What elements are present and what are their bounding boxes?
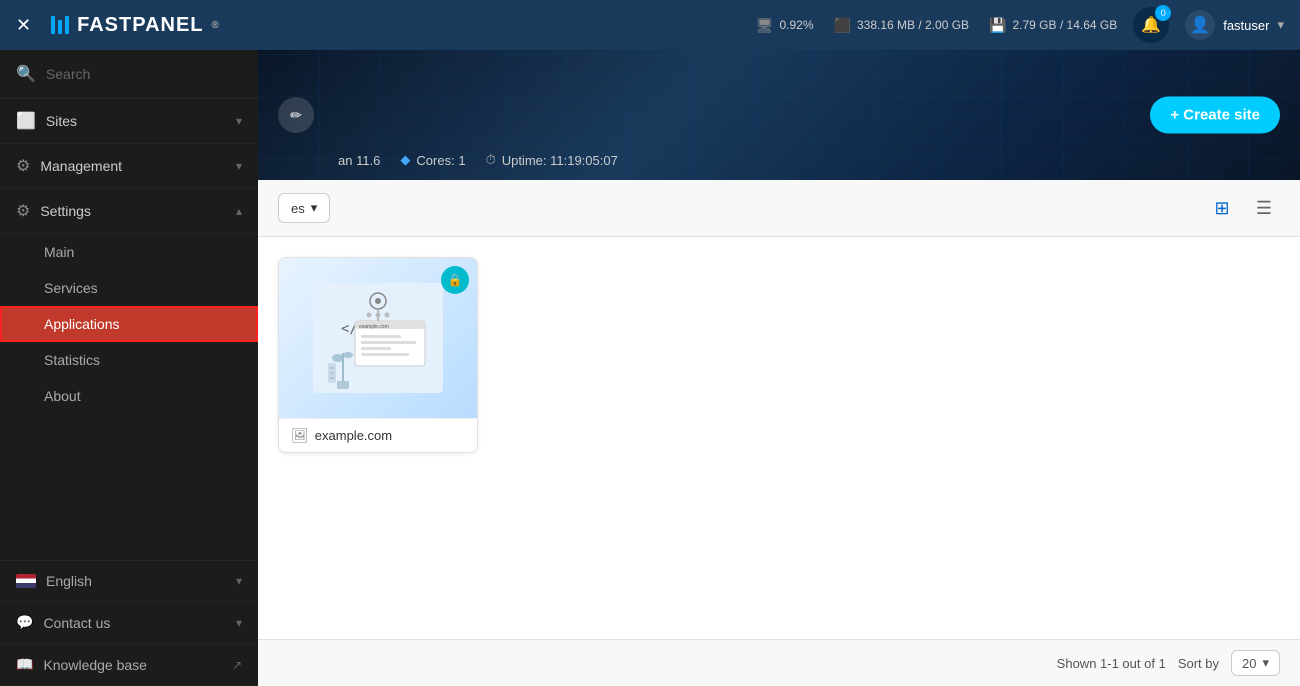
- list-icon: ☰: [1256, 198, 1272, 219]
- contact-chevron-icon: ▾: [236, 616, 242, 630]
- header-stats: 🖥 0.92% ⬛ 338.16 MB / 2.00 GB 💾 2.79 GB …: [756, 17, 1118, 34]
- statistics-label: Statistics: [44, 352, 100, 368]
- user-chevron-icon: ▾: [1277, 17, 1284, 33]
- filter-value: es: [291, 201, 305, 216]
- top-header: ✕ FASTPANEL ® 🖥 0.92% ⬛ 338.16 MB / 2.00 …: [0, 0, 1300, 50]
- flag-icon: [16, 574, 36, 588]
- logo-bar-1: [51, 16, 55, 34]
- settings-chevron-icon: ▴: [236, 204, 242, 218]
- shown-label: Shown 1-1 out of 1: [1057, 656, 1166, 671]
- sidebar-footer: English ▾ 💬 Contact us ▾ 📖 Knowledge bas…: [0, 560, 258, 686]
- sidebar-item-knowledge-base[interactable]: 📖 Knowledge base ↗: [0, 644, 258, 686]
- external-link-icon: ↗: [232, 658, 242, 672]
- about-label: About: [44, 388, 81, 404]
- sites-label: Sites: [46, 113, 226, 129]
- logo-text: FASTPANEL: [77, 14, 203, 37]
- sidebar-sub-item-statistics[interactable]: Statistics: [0, 342, 258, 378]
- ram-value: 338.16 MB / 2.00 GB: [857, 18, 969, 32]
- filter-chevron-icon: ▾: [311, 200, 318, 216]
- create-site-button[interactable]: + Create site: [1150, 97, 1280, 134]
- disk-icon: 💾: [989, 17, 1006, 34]
- sidebar-sub-item-main[interactable]: Main: [0, 234, 258, 270]
- user-menu[interactable]: 👤 fastuser ▾: [1185, 10, 1284, 40]
- contact-icon: 💬: [16, 614, 33, 631]
- bell-badge: 0: [1155, 5, 1171, 21]
- services-label: Services: [44, 280, 98, 296]
- main-layout: 🔍 ⬜ Sites ▾ ⚙ Management ▾ ⚙ Settings ▴ …: [0, 50, 1300, 686]
- applications-row-wrapper: Applications: [0, 306, 258, 342]
- sidebar-item-management[interactable]: ⚙ Management ▾: [0, 144, 258, 189]
- management-chevron-icon: ▾: [236, 159, 242, 173]
- sidebar-sub-item-applications[interactable]: Applications: [0, 306, 258, 342]
- knowledge-label: Knowledge base: [43, 657, 222, 673]
- site-lock-icon: 🔒: [441, 266, 469, 294]
- banner-rack-overlay: [258, 50, 1300, 180]
- ram-icon: ⬛: [834, 17, 851, 34]
- filter-dropdown[interactable]: es ▾: [278, 193, 330, 223]
- logo-tm: ®: [212, 20, 220, 31]
- close-button[interactable]: ✕: [16, 15, 31, 36]
- site-card-footer: 🖼 example.com: [279, 418, 477, 452]
- grid-icon: ⊞: [1214, 198, 1229, 219]
- banner: ✏ an 11.6 ◆ Cores: 1 ⏱ Uptime: 11:19:05:…: [258, 50, 1300, 180]
- sidebar-sub-item-services[interactable]: Services: [0, 270, 258, 306]
- sort-value: 20: [1242, 656, 1256, 671]
- logo-bar-3: [65, 16, 69, 34]
- management-label: Management: [40, 158, 226, 174]
- english-chevron-icon: ▾: [236, 574, 242, 588]
- sidebar-item-contact[interactable]: 💬 Contact us ▾: [0, 602, 258, 644]
- logo-icon: [51, 16, 69, 34]
- avatar: 👤: [1185, 10, 1215, 40]
- sort-chevron-icon: ▾: [1262, 655, 1269, 671]
- logo-bar-2: [58, 20, 62, 34]
- sort-dropdown[interactable]: 20 ▾: [1231, 650, 1280, 676]
- sites-area: 🔒 </> exam: [258, 237, 1300, 639]
- site-card-image: 🔒 </> exam: [279, 258, 477, 418]
- notifications-bell[interactable]: 🔔 0: [1133, 7, 1169, 43]
- contact-label: Contact us: [43, 615, 226, 631]
- knowledge-icon: 📖: [16, 656, 33, 673]
- site-name: example.com: [315, 428, 392, 443]
- list-view-button[interactable]: ☰: [1248, 192, 1280, 224]
- edit-icon: ✏: [290, 107, 302, 124]
- english-label: English: [46, 573, 226, 589]
- settings-icon: ⚙: [16, 201, 30, 221]
- cpu-stat: 🖥 0.92%: [756, 17, 814, 34]
- toolbar: es ▾ ⊞ ☰: [258, 180, 1300, 237]
- grid-view-button[interactable]: ⊞: [1206, 192, 1238, 224]
- search-icon: 🔍: [16, 64, 36, 84]
- site-image-icon: 🖼: [291, 427, 309, 444]
- sidebar-item-settings[interactable]: ⚙ Settings ▴: [0, 189, 258, 234]
- create-site-label: + Create site: [1170, 107, 1260, 124]
- site-illustration: </> example.com: [313, 283, 443, 393]
- sidebar-sub-item-about[interactable]: About: [0, 378, 258, 414]
- disk-value: 2.79 GB / 14.64 GB: [1012, 18, 1117, 32]
- site-card[interactable]: 🔒 </> exam: [278, 257, 478, 453]
- sites-grid: 🔒 </> exam: [278, 257, 1280, 453]
- settings-label: Settings: [40, 203, 226, 219]
- applications-label: Applications: [44, 316, 120, 332]
- sites-chevron-icon: ▾: [236, 114, 242, 128]
- svg-text:example.com: example.com: [359, 324, 389, 330]
- cpu-value: 0.92%: [780, 18, 814, 32]
- main-label: Main: [44, 244, 74, 260]
- search-container: 🔍: [0, 50, 258, 99]
- sort-by-label: Sort by: [1178, 656, 1219, 671]
- ram-stat: ⬛ 338.16 MB / 2.00 GB: [834, 17, 970, 34]
- main-content: ✏ an 11.6 ◆ Cores: 1 ⏱ Uptime: 11:19:05:…: [258, 50, 1300, 686]
- cpu-icon: 🖥: [756, 17, 774, 34]
- sidebar: 🔍 ⬜ Sites ▾ ⚙ Management ▾ ⚙ Settings ▴ …: [0, 50, 258, 686]
- sidebar-item-sites[interactable]: ⬜ Sites ▾: [0, 99, 258, 144]
- banner-edit-button[interactable]: ✏: [278, 97, 314, 133]
- content-footer: Shown 1-1 out of 1 Sort by 20 ▾: [258, 639, 1300, 686]
- username-label: fastuser: [1223, 18, 1269, 33]
- sites-icon: ⬜: [16, 111, 36, 131]
- logo: FASTPANEL ®: [51, 14, 220, 37]
- disk-stat: 💾 2.79 GB / 14.64 GB: [989, 17, 1117, 34]
- sidebar-item-english[interactable]: English ▾: [0, 561, 258, 602]
- management-icon: ⚙: [16, 156, 30, 176]
- search-input[interactable]: [46, 66, 242, 82]
